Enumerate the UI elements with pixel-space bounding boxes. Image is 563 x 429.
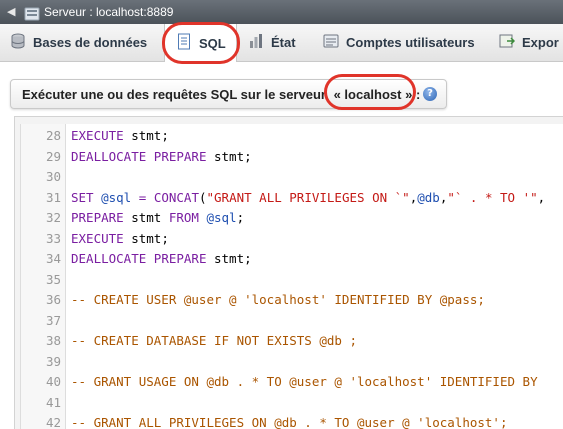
- code-line: 33 EXECUTE stmt;: [21, 229, 563, 249]
- code-text: DEALLOCATE PREPARE stmt;: [71, 251, 252, 266]
- line-number: 36: [45, 292, 61, 307]
- code-line: 40 -- GRANT USAGE ON @db . * TO @user @ '…: [21, 372, 563, 392]
- users-icon: [323, 33, 339, 52]
- line-number: 37: [45, 312, 61, 328]
- code-line: 42 -- GRANT ALL PRIVILEGES ON @db . * TO …: [21, 413, 563, 429]
- code-line: 37: [21, 311, 563, 331]
- line-number: 32: [45, 210, 61, 225]
- code-text: -- GRANT USAGE ON @db . * TO @user @ 'lo…: [71, 374, 538, 389]
- line-number: 40: [45, 374, 61, 389]
- sql-code-editor[interactable]: 28 EXECUTE stmt; 29 DEALLOCATE PREPARE stmt…: [20, 124, 563, 429]
- code-line: 30: [21, 167, 563, 187]
- sql-document-icon: [177, 33, 192, 53]
- tab-databases[interactable]: Bases de données: [10, 24, 147, 61]
- code-line: 31 SET @sql = CONCAT("GRANT ALL PRIVILEGE…: [21, 188, 563, 208]
- code-text: DEALLOCATE PREPARE stmt;: [71, 148, 252, 164]
- line-number: 39: [45, 353, 61, 369]
- tab-label: Bases de données: [33, 35, 148, 50]
- code-line: 32 PREPARE stmt FROM @sql;: [21, 208, 563, 228]
- tab-user-accounts[interactable]: Comptes utilisateurs: [323, 24, 475, 61]
- code-line: 39: [21, 352, 563, 372]
- code-text: -- CREATE DATABASE IF NOT EXISTS @db ;: [71, 333, 357, 348]
- code-text: -- GRANT ALL PRIVILEGES ON @db . * TO @u…: [71, 415, 508, 429]
- main-tab-bar: Bases de données SQL État Comptes utilis…: [0, 24, 563, 62]
- line-number: 38: [45, 333, 61, 348]
- breadcrumb-bar: ◀ Serveur : localhost:8889: [0, 0, 563, 25]
- status-chart-icon: [248, 33, 264, 52]
- code-line: 35: [21, 270, 563, 290]
- code-line: 34 DEALLOCATE PREPARE stmt;: [21, 249, 563, 269]
- line-number: 41: [45, 394, 61, 410]
- section-title: Exécuter une ou des requêtes SQL sur le …: [22, 87, 326, 102]
- tab-label: SQL: [199, 35, 226, 51]
- server-host-name: « localhost »: [333, 87, 413, 102]
- line-number: 28: [45, 128, 61, 143]
- line-number: 34: [45, 251, 61, 266]
- tab-label: État: [271, 35, 296, 50]
- sql-query-section-header: Exécuter une ou des requêtes SQL sur le …: [10, 79, 447, 109]
- line-number: 29: [45, 148, 61, 164]
- tab-status[interactable]: État: [248, 24, 296, 61]
- code-line: 41: [21, 393, 563, 413]
- code-line: 36 -- CREATE USER @user @ 'localhost' IDE…: [21, 290, 563, 310]
- server-breadcrumb-link[interactable]: Serveur : localhost:8889: [44, 0, 173, 24]
- line-number: 30: [45, 169, 61, 184]
- code-text: EXECUTE stmt;: [71, 128, 169, 143]
- line-number: 35: [45, 271, 61, 287]
- database-icon: [10, 33, 26, 52]
- code-text: SET @sql = CONCAT("GRANT ALL PRIVILEGES …: [71, 189, 546, 205]
- line-number: 31: [45, 189, 61, 205]
- section-suffix: :: [415, 87, 421, 102]
- code-text: -- CREATE USER @user @ 'localhost' IDENT…: [71, 292, 485, 307]
- phpmyadmin-window: ◀ Serveur : localhost:8889 Bases de donn…: [0, 0, 563, 429]
- code-text: EXECUTE stmt;: [71, 230, 169, 246]
- code-line: 38 -- CREATE DATABASE IF NOT EXISTS @db ;: [21, 331, 563, 351]
- code-line: 29 DEALLOCATE PREPARE stmt;: [21, 147, 563, 167]
- code-text: PREPARE stmt FROM @sql;: [71, 210, 245, 225]
- code-line: 28 EXECUTE stmt;: [21, 126, 563, 146]
- line-number: 42: [45, 415, 61, 429]
- export-icon: [499, 33, 516, 52]
- line-number: 33: [45, 230, 61, 246]
- tab-export[interactable]: Expor: [499, 24, 559, 61]
- tab-label: Comptes utilisateurs: [346, 35, 475, 50]
- tab-label: Expor: [522, 35, 559, 50]
- collapse-arrow-icon[interactable]: ◀: [7, 0, 15, 24]
- tab-sql[interactable]: SQL: [164, 24, 237, 62]
- help-icon[interactable]: ?: [423, 87, 437, 101]
